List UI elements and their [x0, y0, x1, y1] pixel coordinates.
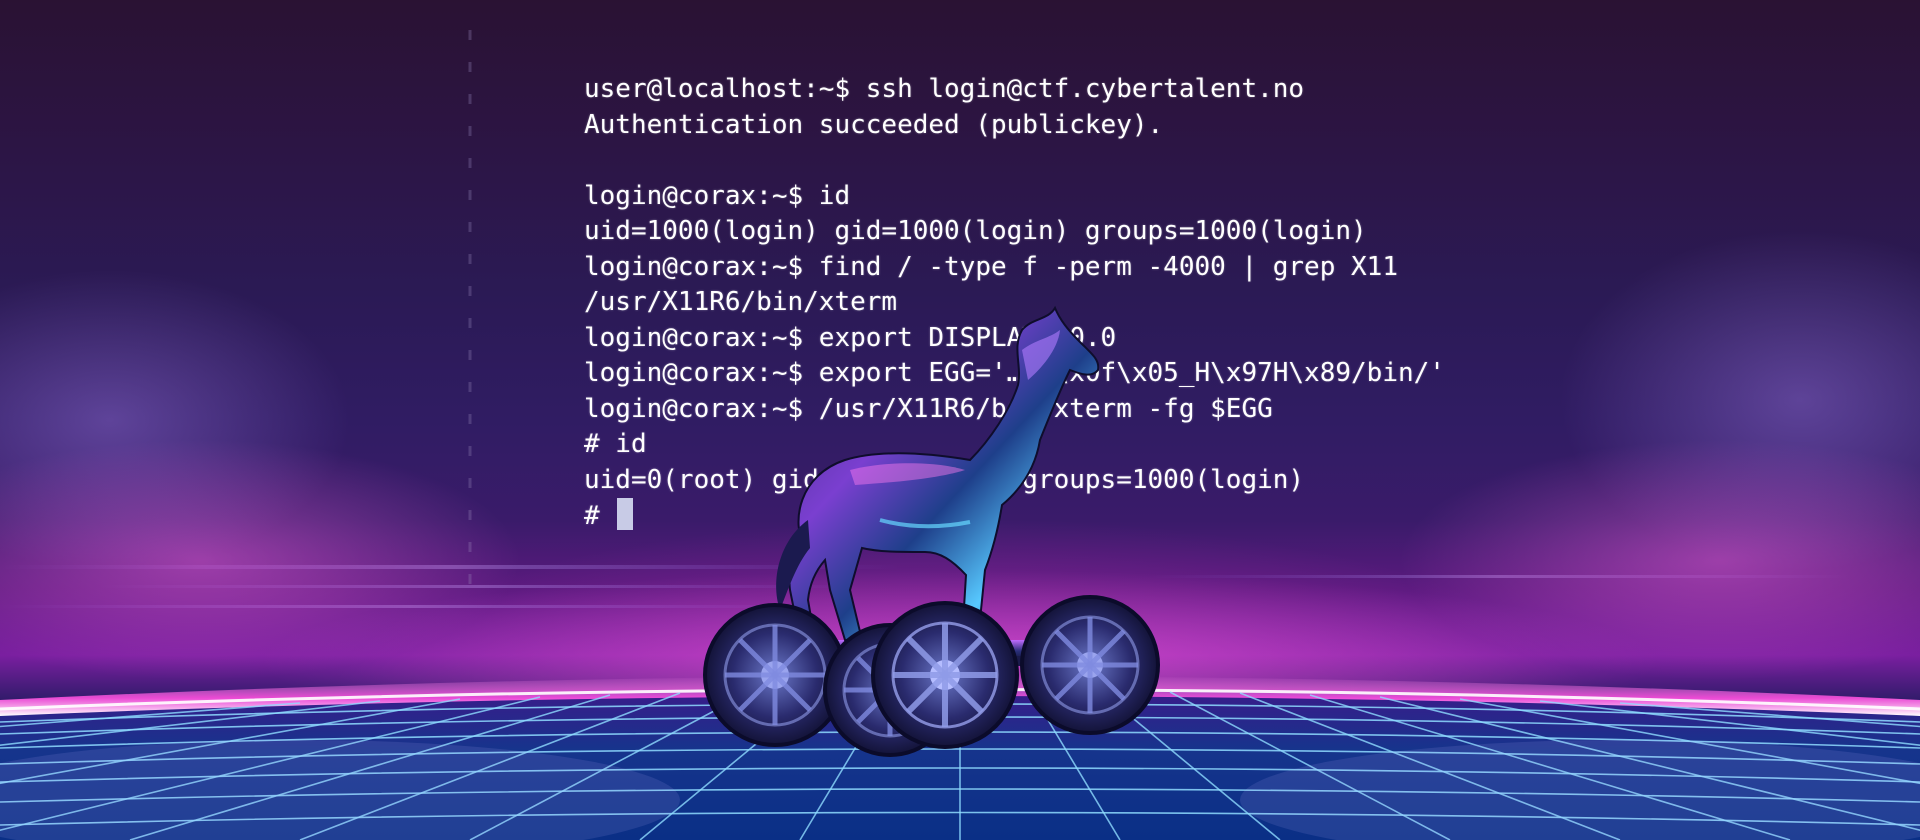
terminal-line: uid=1000(login) gid=1000(login) groups=1… [584, 216, 1367, 246]
synthwave-banner: user@localhost:~$ ssh login@ctf.cybertal… [0, 0, 1920, 840]
terminal-line: login@corax:~$ id [584, 180, 851, 211]
terminal-line: Authentication succeeded (publickey). [584, 109, 1164, 140]
terminal-prompt: # [584, 501, 616, 531]
terminal-line: user@localhost:~$ ssh login@ctf.cybertal… [584, 74, 1305, 104]
terminal-cursor [617, 498, 634, 530]
wheel [703, 603, 847, 747]
trojan-horse-on-wheels-icon [703, 305, 1160, 757]
wheel [1020, 595, 1160, 735]
terminal-line: login@corax:~$ find / -type f -perm -400… [584, 251, 1398, 282]
wheel [871, 601, 1019, 749]
